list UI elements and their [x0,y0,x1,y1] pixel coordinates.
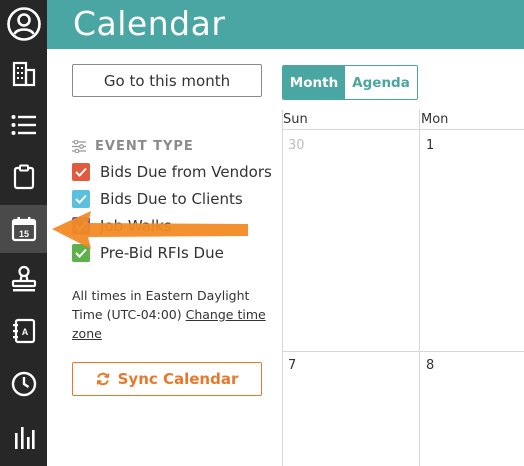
page-header: Calendar [47,0,524,49]
checkmark-icon [75,194,87,204]
sync-calendar-button[interactable]: Sync Calendar [72,362,262,396]
list-nav-item[interactable] [0,101,47,149]
companies-nav-item[interactable] [0,50,47,98]
event-filter-label: Bids Due from Vendors [100,163,272,181]
sync-icon [96,372,109,386]
agenda-view-tab[interactable]: Agenda [345,66,417,99]
checkbox-job-walks[interactable] [72,217,90,235]
calendar-grid-line [282,110,283,466]
go-to-this-month-button[interactable]: Go to this month [72,64,262,97]
page-title: Calendar [73,4,226,43]
event-filter-label: Job Walks [100,217,172,235]
calendar-nav-item[interactable]: 15 [0,205,47,253]
view-toggle: Month Agenda [282,65,418,100]
sliders-icon [72,140,86,153]
checkmark-icon [75,248,87,258]
calendar-icon-date: 15 [18,229,28,239]
checkmark-icon [75,167,87,177]
checkbox-bids-due-from-vendors[interactable] [72,163,90,181]
event-filter-bids-due-to-clients[interactable]: Bids Due to Clients [72,190,243,208]
calendar-weekday-header: Sun Mon [282,110,524,130]
event-type-filter-header: EVENT TYPE [72,139,194,154]
clipboard-nav-item[interactable] [0,153,47,201]
clock-nav-item[interactable] [0,360,47,408]
calendar-day-cell-30[interactable]: 30 [288,138,305,153]
list-icon [11,115,36,135]
timezone-note: All times in Eastern Daylight Time (UTC-… [72,286,272,343]
checkbox-pre-bid-rfis-due[interactable] [72,244,90,262]
event-filter-job-walks[interactable]: Job Walks [72,217,172,235]
building-icon [12,61,35,87]
clipboard-icon [13,164,34,190]
sidebar-nav: 15 A [0,0,47,466]
checkbox-bids-due-to-clients[interactable] [72,190,90,208]
clock-icon [11,371,36,397]
event-filter-bids-due-from-vendors[interactable]: Bids Due from Vendors [72,163,272,181]
month-view-tab[interactable]: Month [283,66,345,99]
event-filter-label: Bids Due to Clients [100,190,243,208]
weekday-label-mon: Mon [421,112,449,127]
svg-text:A: A [21,327,28,337]
calendar-icon: 15 [11,217,36,242]
address-book-icon: A [12,318,35,344]
address-book-nav-item[interactable]: A [0,307,47,355]
bar-chart-icon [14,427,35,449]
weekday-label-sun: Sun [283,112,308,127]
sync-calendar-label: Sync Calendar [117,370,239,388]
profile-nav-item[interactable] [0,0,47,48]
calendar-day-cell-8[interactable]: 8 [426,358,434,373]
calendar-day-cell-1[interactable]: 1 [426,138,434,153]
calendar-grid-line [282,351,524,352]
stamp-nav-item[interactable] [0,255,47,303]
event-type-heading: EVENT TYPE [95,139,194,154]
calendar-day-cell-7[interactable]: 7 [288,358,296,373]
checkmark-icon [75,221,87,231]
calendar-grid-line [419,110,420,466]
event-filter-pre-bid-rfis-due[interactable]: Pre-Bid RFIs Due [72,244,224,262]
stamp-icon [11,265,36,292]
reports-nav-item[interactable] [0,414,47,462]
user-circle-icon [6,7,41,41]
event-filter-label: Pre-Bid RFIs Due [100,244,224,262]
